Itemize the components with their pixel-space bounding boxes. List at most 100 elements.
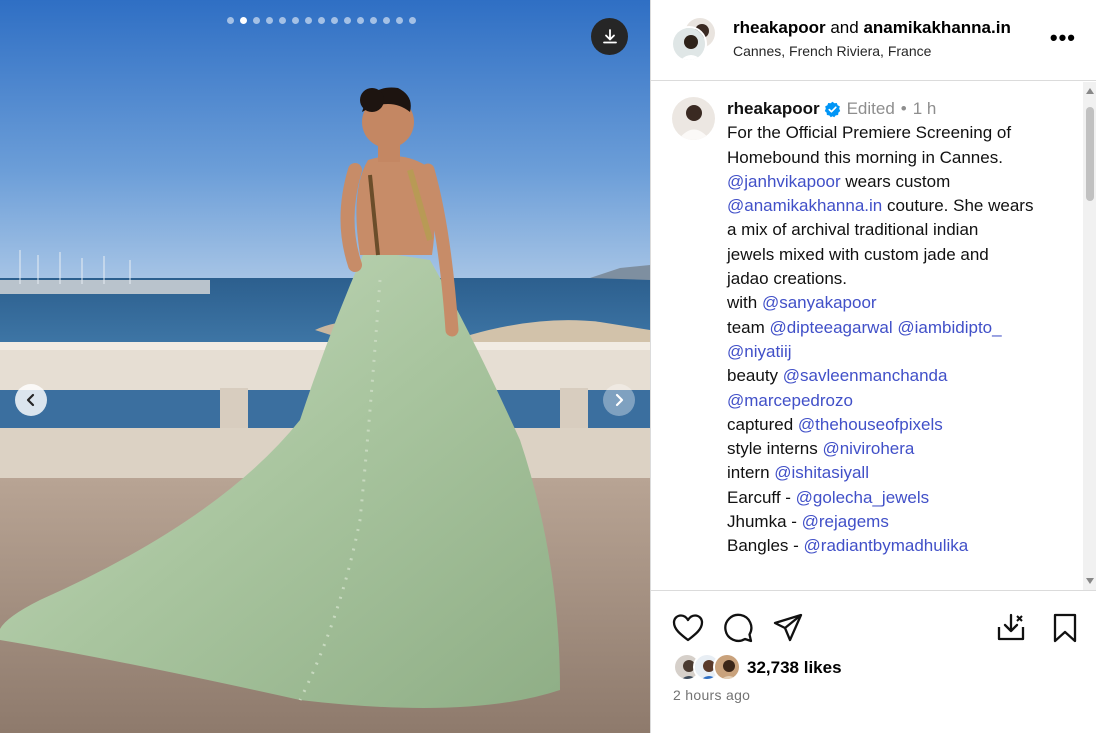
caption-line: captured @thehouseofpixels [727,413,1067,437]
caption-text: Homebound this morning in Cannes. [727,147,1003,167]
mention-link[interactable]: @dipteeagarwal [770,318,893,337]
caption-text: wears custom [840,171,951,191]
mention-link[interactable]: @ishitasiyall [774,463,869,482]
carousel-dot [279,17,286,24]
scroll-up-arrow-icon[interactable] [1086,88,1094,94]
mention-link[interactable]: @janhvikapoor [727,172,841,191]
chevron-right-icon [615,393,624,407]
header-username-1[interactable]: rheakapoor [733,18,826,37]
heart-icon [672,614,704,642]
carousel-dot [357,17,364,24]
liker-avatars[interactable] [673,653,743,683]
next-photo-button[interactable] [603,384,635,416]
scrollbar-thumb[interactable] [1086,107,1094,201]
header-username-2[interactable]: anamikakhanna.in [863,18,1010,37]
edited-label: Edited [846,99,895,118]
mention-link[interactable]: @marcepedrozo [727,391,853,410]
caption-line: style interns @nivirohera [727,437,1067,461]
bookmark-icon [1053,613,1077,643]
bookmark-button[interactable] [1048,611,1082,645]
caption-text: Earcuff - [727,487,796,507]
download-to-tray-icon [997,613,1025,641]
photo-image [0,0,650,733]
carousel-dot [305,17,312,24]
caption-line: @niyatiij [727,340,1067,364]
carousel-dot [344,17,351,24]
avatar[interactable] [671,26,707,62]
carousel-dot [370,17,377,24]
caption-line: team @dipteeagarwal @iambidipto_ [727,316,1067,340]
carousel-dot [383,17,390,24]
caption-text: a mix of archival traditional indian [727,220,979,240]
save-to-device-button[interactable] [994,611,1028,645]
mention-link[interactable]: @thehouseofpixels [798,415,943,434]
comments-scrollbar[interactable] [1083,82,1096,590]
carousel-dot [331,17,338,24]
mention-link[interactable]: @nivirohera [822,439,914,458]
caption-line: For the Official Premiere Screening of [727,121,1067,145]
likes-count[interactable]: 32,738 likes [747,658,842,678]
carousel-dot [292,17,299,24]
likes-row[interactable]: 32,738 likes [673,653,842,683]
scroll-down-arrow-icon[interactable] [1086,578,1094,584]
verified-badge-icon [824,101,840,117]
caption-line: Bangles - @radiantbymadhulika [727,534,1067,558]
caption-line: intern @ishitasiyall [727,461,1067,485]
mention-link[interactable]: @anamikakhanna.in [727,196,882,215]
mention-link[interactable]: @rejagems [802,512,889,531]
like-button[interactable] [671,611,705,645]
caption-body: For the Official Premiere Screening of Ho… [727,121,1067,558]
caption-text: beauty [727,366,783,386]
caption-line: with @sanyakapoor [727,291,1067,315]
collab-avatars[interactable] [671,16,719,64]
caption-line: a mix of archival traditional indian [727,218,1067,242]
caption-text: jewels mixed with custom jade and [727,244,989,264]
post-header: rheakapoor and anamikakhanna.in Cannes, … [651,0,1096,81]
carousel-dots [227,17,416,24]
mention-link[interactable]: @iambidipto_ [897,318,1001,337]
download-button[interactable] [591,18,628,55]
mention-link[interactable]: @savleenmanchanda [783,366,948,385]
caption-text: Jhumka - [727,512,802,532]
caption-line: Jhumka - @rejagems [727,510,1067,534]
caption-text: with [727,293,762,313]
carousel-dot [396,17,403,24]
chevron-left-icon [26,393,35,407]
download-icon [602,28,617,43]
more-options-button[interactable]: ••• [1050,27,1076,49]
caption-time[interactable]: 1 h [913,97,937,121]
send-icon [773,613,803,642]
post-actions: 32,738 likes 2 hours ago [651,590,1096,733]
header-joiner: and [830,18,859,37]
caption-line: @anamikakhanna.in couture. She wears [727,194,1067,218]
caption-text: intern [727,463,775,483]
post-timestamp[interactable]: 2 hours ago [673,687,750,703]
caption-text: couture. She wears [882,196,1034,216]
caption-line: Homebound this morning in Cannes. [727,146,1067,170]
share-button[interactable] [771,611,805,645]
comments-area: rheakapoor Edited • 1 h For the Official… [651,82,1096,590]
comment-button[interactable] [721,611,755,645]
post-location[interactable]: Cannes, French Riviera, France [733,41,1011,61]
previous-photo-button[interactable] [15,384,47,416]
mention-link[interactable]: @niyatiij [727,342,792,361]
caption-text: style interns [727,439,823,459]
post-caption: rheakapoor Edited • 1 h For the Official… [727,97,1067,559]
caption-line: @janhvikapoor wears custom [727,170,1067,194]
avatar[interactable] [672,97,715,140]
caption-line: beauty @savleenmanchanda [727,364,1067,388]
carousel-dot [253,17,260,24]
avatar[interactable] [713,653,741,681]
mention-link[interactable]: @golecha_jewels [796,488,930,507]
comment-icon [724,613,753,643]
caption-text: For the Official Premiere Screening of [727,123,1012,143]
caption-text: captured [727,414,798,434]
carousel-dot [227,17,234,24]
mention-link[interactable]: @radiantbymadhulika [804,536,969,555]
caption-line: @marcepedrozo [727,389,1067,413]
carousel-dot [318,17,325,24]
post-photo[interactable] [0,0,650,733]
mention-link[interactable]: @sanyakapoor [762,293,877,312]
caption-username[interactable]: rheakapoor [727,97,820,121]
caption-line: jewels mixed with custom jade and [727,243,1067,267]
